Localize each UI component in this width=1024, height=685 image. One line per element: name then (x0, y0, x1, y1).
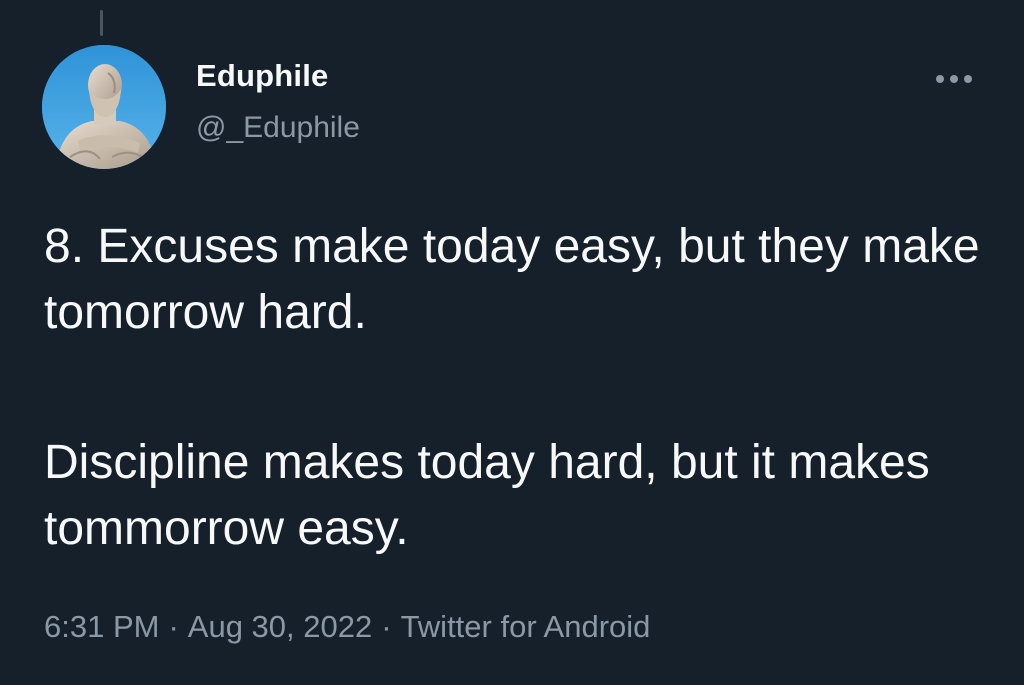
tweet-date[interactable]: Aug 30, 2022 (188, 609, 372, 644)
tweet-source[interactable]: Twitter for Android (401, 609, 651, 644)
statue-avatar-image (42, 45, 166, 169)
meta-separator: · (381, 609, 392, 644)
more-options-button[interactable] (930, 62, 978, 96)
tweet-metadata: 6:31 PM · Aug 30, 2022 · Twitter for Android (44, 609, 650, 645)
author-handle[interactable]: @_Eduphile (196, 111, 360, 145)
tweet-time[interactable]: 6:31 PM (44, 609, 159, 644)
tweet-text-paragraph: Discipline makes today hard, but it make… (44, 436, 930, 555)
meta-separator: · (168, 609, 179, 644)
more-horizontal-icon (936, 75, 972, 83)
thread-connector-line (100, 10, 103, 36)
tweet-text-paragraph: 8. Excuses make today easy, but they mak… (44, 220, 980, 339)
author-display-name[interactable]: Eduphile (196, 58, 329, 94)
avatar[interactable] (42, 45, 166, 169)
